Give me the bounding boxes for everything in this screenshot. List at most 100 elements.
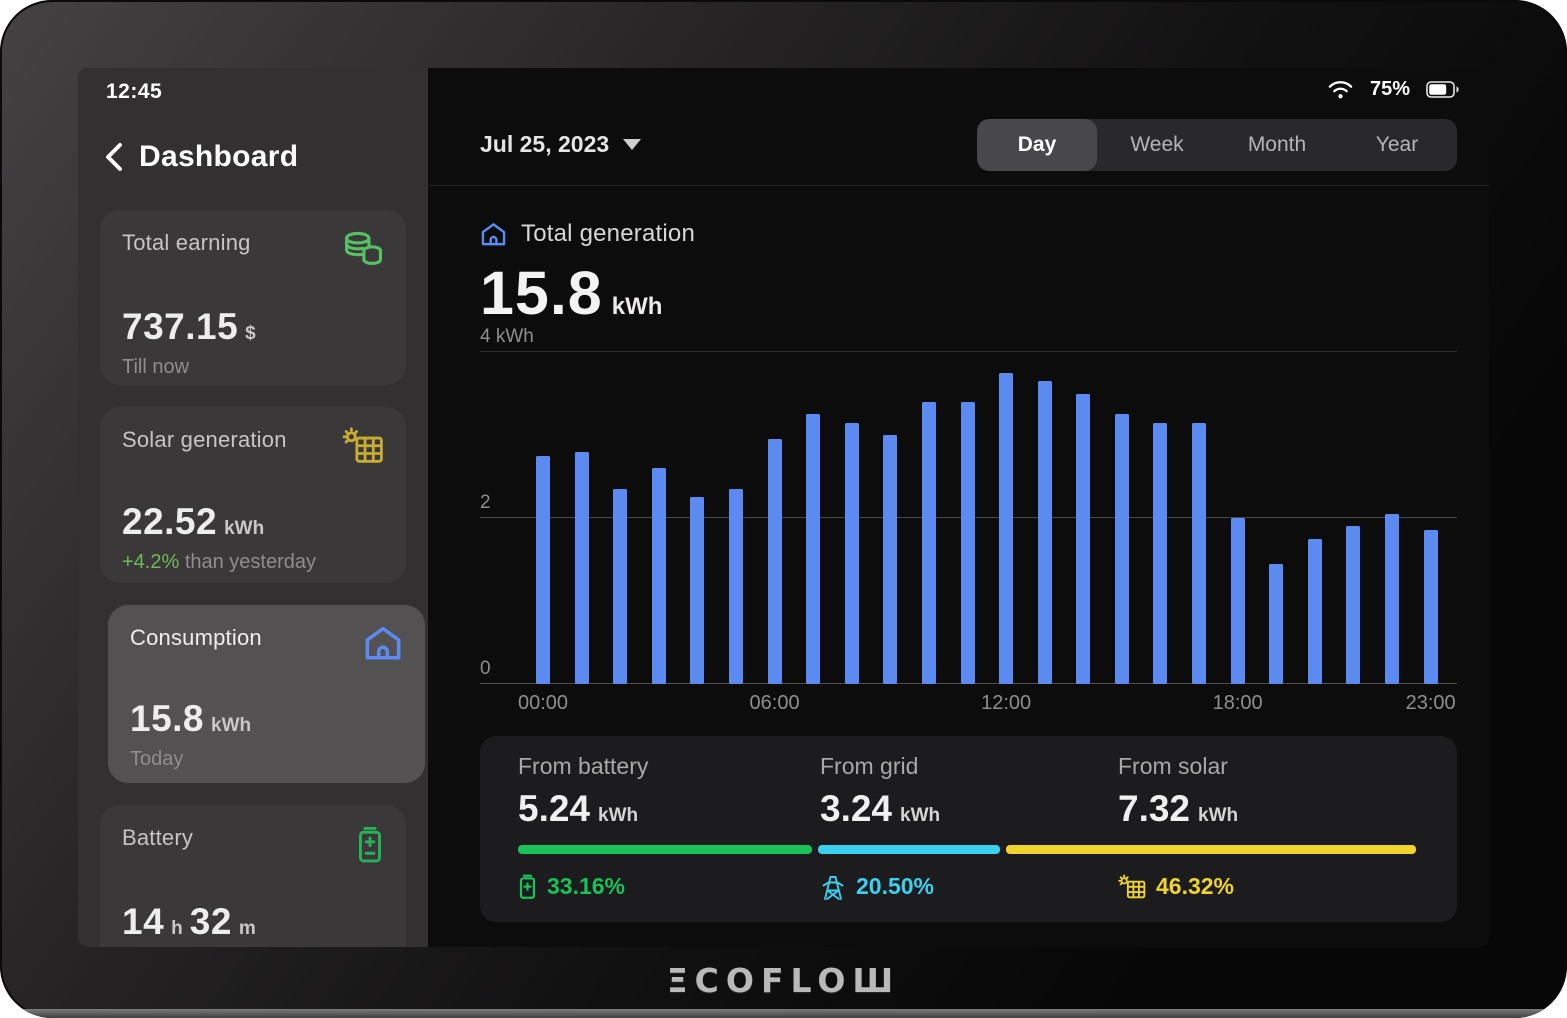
consumption-sub: Today bbox=[130, 748, 403, 771]
summary-source-grid: From grid 3.24 kWh bbox=[820, 753, 1118, 830]
summary-source-battery: From battery 5.24 kWh bbox=[518, 753, 820, 830]
card-title: Consumption bbox=[130, 625, 262, 651]
battery-minutes-unit: m bbox=[239, 918, 256, 940]
main-content: Total generation 15.8 kWh 024 kWh 00:000… bbox=[428, 220, 1489, 922]
generation-unit: kWh bbox=[612, 293, 663, 321]
dashboard-header[interactable]: Dashboard bbox=[104, 140, 406, 174]
source-label: From battery bbox=[518, 753, 820, 780]
x-tick-label: 12:00 bbox=[981, 692, 1031, 715]
bar-10:00[interactable] bbox=[922, 402, 936, 684]
solar-ratio-segment bbox=[1006, 845, 1416, 854]
generation-total: 15.8 kWh bbox=[480, 258, 1489, 328]
solar-unit: kWh bbox=[224, 518, 264, 540]
bar-16:00[interactable] bbox=[1153, 423, 1167, 684]
bar-09:00[interactable] bbox=[883, 435, 897, 684]
sidebar: 12:45 Dashboard Total earning bbox=[78, 68, 428, 947]
wifi-icon bbox=[1327, 79, 1354, 100]
x-tick-label: 23:00 bbox=[1406, 692, 1456, 715]
bar-12:00[interactable] bbox=[999, 373, 1013, 684]
card-total-earning[interactable]: Total earning bbox=[100, 210, 406, 385]
source-value: 3.24 bbox=[820, 788, 892, 830]
source-unit: kWh bbox=[900, 805, 940, 827]
battery-ratio-segment bbox=[518, 845, 812, 854]
tab-week[interactable]: Week bbox=[1097, 119, 1217, 171]
gridline-4: 4 kWh bbox=[480, 351, 1457, 352]
sources-panel: From battery 5.24 kWh From grid 3.24 kWh bbox=[480, 736, 1457, 922]
card-consumption[interactable]: Consumption 15.8 kWh Today bbox=[108, 605, 425, 783]
bar-08:00[interactable] bbox=[845, 423, 859, 684]
solar-panel-icon bbox=[342, 427, 384, 465]
source-unit: kWh bbox=[598, 805, 638, 827]
grid-tower-icon bbox=[820, 874, 846, 900]
card-solar-generation[interactable]: Solar generation 22.52 kWh bbox=[100, 407, 406, 583]
battery-percent-label: 75% bbox=[1370, 78, 1410, 101]
battery-icon bbox=[518, 874, 537, 900]
grid-pct-label: 20.50% bbox=[856, 873, 934, 900]
tab-year[interactable]: Year bbox=[1337, 119, 1457, 171]
date-selector[interactable]: Jul 25, 2023 bbox=[480, 131, 641, 158]
bar-11:00[interactable] bbox=[961, 402, 975, 684]
main-area: 75% Jul 25, 2023 Day Week Month Year bbox=[428, 68, 1489, 947]
y-tick-label: 4 kWh bbox=[480, 326, 534, 348]
card-title: Solar generation bbox=[122, 427, 287, 453]
bar-22:00[interactable] bbox=[1385, 514, 1399, 684]
consumption-value: 15.8 bbox=[130, 698, 204, 740]
bar-21:00[interactable] bbox=[1346, 526, 1360, 684]
battery-minutes: 32 bbox=[190, 901, 232, 943]
x-tick-label: 18:00 bbox=[1213, 692, 1263, 715]
tab-month[interactable]: Month bbox=[1217, 119, 1337, 171]
chart-x-axis: 00:0006:0012:0018:0023:00 bbox=[480, 692, 1457, 718]
date-label: Jul 25, 2023 bbox=[480, 131, 609, 158]
bar-00:00[interactable] bbox=[536, 456, 550, 684]
grid-ratio-segment bbox=[818, 845, 1000, 854]
bar-14:00[interactable] bbox=[1076, 394, 1090, 685]
bar-20:00[interactable] bbox=[1308, 539, 1322, 684]
bar-13:00[interactable] bbox=[1038, 381, 1052, 684]
generation-value: 15.8 bbox=[480, 258, 603, 328]
chart-plot: 024 kWh bbox=[480, 352, 1457, 684]
x-tick-label: 00:00 bbox=[518, 692, 568, 715]
sources-ratio-bar bbox=[518, 845, 1416, 854]
bar-07:00[interactable] bbox=[806, 414, 820, 684]
battery-status-icon bbox=[1426, 81, 1459, 98]
card-title: Total earning bbox=[122, 230, 251, 256]
coins-icon bbox=[342, 230, 384, 270]
screen: 12:45 Dashboard Total earning bbox=[78, 68, 1489, 947]
chevron-down-icon bbox=[623, 139, 641, 150]
bar-17:00[interactable] bbox=[1192, 423, 1206, 684]
earning-value: 737.15 bbox=[122, 306, 238, 348]
status-time: 12:45 bbox=[106, 80, 406, 104]
back-chevron-icon[interactable] bbox=[104, 142, 124, 172]
earning-unit: $ bbox=[245, 323, 256, 345]
solar-pct-label: 46.32% bbox=[1156, 873, 1234, 900]
bar-18:00[interactable] bbox=[1231, 518, 1245, 684]
source-label: From grid bbox=[820, 753, 1118, 780]
bar-05:00[interactable] bbox=[729, 489, 743, 684]
source-label: From solar bbox=[1118, 753, 1416, 780]
bar-23:00[interactable] bbox=[1424, 530, 1438, 684]
period-tabs: Day Week Month Year bbox=[977, 119, 1457, 171]
summary-source-solar: From solar 7.32 kWh bbox=[1118, 753, 1416, 830]
generation-chart: 024 kWh 00:0006:0012:0018:0023:00 bbox=[480, 352, 1457, 718]
sidebar-cards: Total earning bbox=[100, 210, 406, 947]
card-title: Battery bbox=[122, 825, 193, 851]
bar-04:00[interactable] bbox=[690, 497, 704, 684]
tab-day[interactable]: Day bbox=[977, 119, 1097, 171]
bar-15:00[interactable] bbox=[1115, 414, 1129, 684]
solar-delta: +4.2% bbox=[122, 551, 179, 573]
status-bar-right: 75% bbox=[1327, 78, 1459, 101]
generation-label: Total generation bbox=[521, 220, 695, 248]
bar-01:00[interactable] bbox=[575, 452, 589, 684]
source-unit: kWh bbox=[1198, 805, 1238, 827]
bar-06:00[interactable] bbox=[768, 439, 782, 684]
device-stand-edge bbox=[0, 1009, 1567, 1018]
solar-value: 22.52 bbox=[122, 501, 217, 543]
bar-02:00[interactable] bbox=[613, 489, 627, 684]
bar-03:00[interactable] bbox=[652, 468, 666, 684]
earning-sub: Till now bbox=[122, 356, 384, 379]
ecoflow-logo: ΞCOFLOШ bbox=[667, 961, 900, 1000]
battery-charge-icon bbox=[356, 825, 384, 865]
bar-19:00[interactable] bbox=[1269, 564, 1283, 684]
card-battery[interactable]: Battery 14 h 32 m bbox=[100, 805, 406, 947]
home-icon bbox=[363, 625, 403, 662]
